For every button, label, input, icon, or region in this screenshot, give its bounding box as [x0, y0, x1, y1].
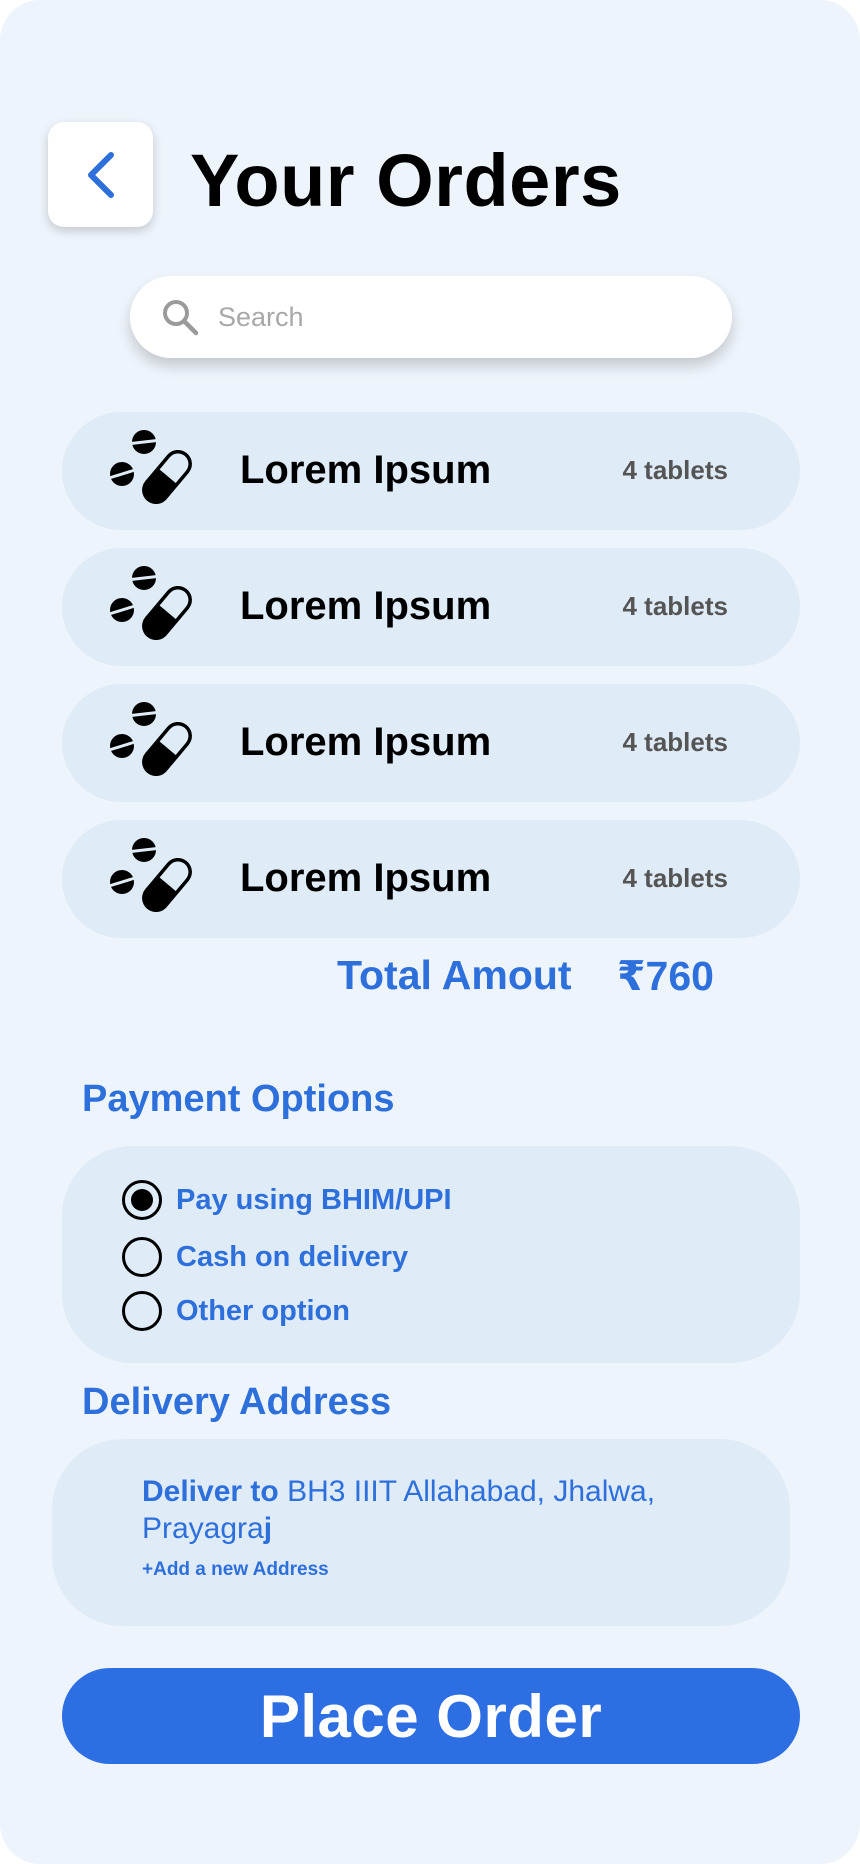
payment-option-label: Other option [176, 1294, 350, 1327]
delivery-address-card: Deliver to BH3 IIIT Allahabad, Jhalwa, P… [52, 1439, 790, 1626]
delivery-address-title: Delivery Address [82, 1381, 392, 1423]
item-quantity: 4 tablets [622, 591, 729, 621]
item-quantity: 4 tablets [622, 863, 729, 893]
place-order-button[interactable]: Place Order [62, 1668, 800, 1764]
pills-icon [108, 702, 192, 777]
payment-option-other[interactable]: Other option [122, 1291, 350, 1331]
orders-screen: Your Orders Lorem Ipsum 4 tablets [0, 0, 860, 1864]
order-item[interactable]: Lorem Ipsum 4 tablets [62, 548, 800, 666]
radio-button-selected[interactable] [122, 1180, 162, 1220]
pills-icon [108, 430, 192, 505]
delivery-address: Deliver to BH3 IIIT Allahabad, Jhalwa, P… [142, 1473, 732, 1547]
item-name: Lorem Ipsum [240, 720, 492, 764]
total-label: Total Amout [337, 952, 572, 998]
payment-option-label: Pay using BHIM/UPI [176, 1183, 452, 1216]
total-amount: ₹760 [617, 953, 714, 999]
radio-button[interactable] [122, 1237, 162, 1277]
search-icon [163, 300, 199, 336]
add-address-link[interactable]: +Add a new Address [142, 1559, 329, 1581]
payment-option-cod[interactable]: Cash on delivery [122, 1237, 408, 1277]
deliver-to-prefix: Deliver to [142, 1475, 279, 1508]
pills-icon [108, 838, 192, 913]
item-name: Lorem Ipsum [240, 448, 492, 492]
chevron-left-icon [87, 151, 114, 198]
order-item[interactable]: Lorem Ipsum 4 tablets [62, 412, 800, 530]
order-item[interactable]: Lorem Ipsum 4 tablets [62, 820, 800, 938]
back-button[interactable] [48, 122, 153, 227]
item-name: Lorem Ipsum [240, 856, 492, 900]
search-input[interactable] [218, 301, 638, 333]
payment-options-card: Pay using BHIM/UPI Cash on delivery Othe… [62, 1146, 800, 1363]
item-quantity: 4 tablets [622, 455, 729, 485]
address-text-end: j [263, 1512, 273, 1545]
order-item[interactable]: Lorem Ipsum 4 tablets [62, 684, 800, 802]
search-bar[interactable] [130, 276, 732, 358]
radio-button[interactable] [122, 1291, 162, 1331]
page-title: Your Orders [190, 139, 622, 222]
pills-icon [108, 566, 192, 641]
payment-option-upi[interactable]: Pay using BHIM/UPI [122, 1180, 452, 1220]
item-name: Lorem Ipsum [240, 584, 492, 628]
payment-options-title: Payment Options [82, 1078, 395, 1120]
item-quantity: 4 tablets [622, 727, 729, 757]
payment-option-label: Cash on delivery [176, 1240, 409, 1273]
